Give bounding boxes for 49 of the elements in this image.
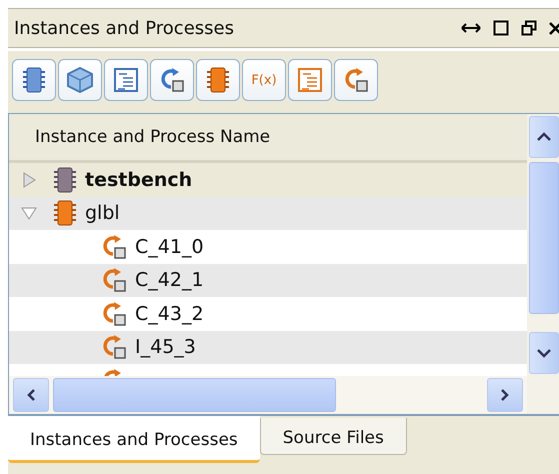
tree-item-label: testbench — [85, 168, 192, 191]
tree-row[interactable]: testbench — [9, 163, 527, 196]
tree-item-label: C_42_1 — [135, 269, 204, 292]
vertical-scroll-thumb[interactable] — [529, 162, 559, 314]
chevron-down-icon — [536, 348, 552, 358]
tree-item-label: I_45_3 — [135, 336, 196, 358]
toolbar-button[interactable] — [334, 59, 378, 101]
toolbar-button[interactable] — [58, 59, 102, 101]
maximize-icon[interactable] — [493, 20, 509, 36]
tree-item-label: C_41_0 — [135, 236, 204, 258]
scroll-down-button[interactable] — [529, 332, 559, 374]
tree-row[interactable]: I_45_3 — [9, 330, 527, 364]
panel-tab[interactable]: Instances and Processes — [8, 416, 260, 463]
process-icon — [101, 334, 127, 360]
chip-icon — [53, 199, 77, 228]
chevron-left-icon — [26, 388, 36, 402]
restore-icon[interactable] — [521, 20, 537, 36]
tree-item-label: C_43_2 — [135, 302, 204, 325]
document-lines-icon — [297, 67, 323, 93]
toolbar-button[interactable] — [196, 59, 240, 101]
process-icon — [101, 300, 127, 327]
tree-row[interactable]: glbl — [9, 196, 527, 230]
process-icon — [343, 67, 369, 93]
cube-icon — [66, 66, 94, 94]
scroll-left-button[interactable] — [13, 378, 49, 412]
tree-item-label: glbl — [85, 202, 120, 224]
chevron-right-icon — [500, 388, 510, 402]
chip-icon — [53, 166, 77, 194]
chip-icon — [22, 66, 46, 94]
toolbar-button[interactable] — [12, 59, 56, 101]
process-icon — [159, 67, 185, 93]
resize-arrows-icon[interactable] — [461, 22, 481, 34]
toolbar-button[interactable] — [104, 59, 148, 101]
panel-title: Instances and Processes — [14, 18, 234, 38]
tree-row[interactable]: C_42_1 — [9, 264, 527, 297]
process-icon — [101, 267, 127, 294]
toolbar-button[interactable] — [150, 59, 194, 101]
panel-tab[interactable]: Source Files — [260, 418, 407, 455]
process-icon — [101, 234, 127, 260]
column-header[interactable]: Instance and Process Name — [9, 114, 527, 163]
close-icon[interactable] — [549, 20, 559, 36]
horizontal-scroll-thumb[interactable] — [53, 378, 336, 412]
scroll-right-button[interactable] — [487, 378, 523, 412]
scroll-up-button[interactable] — [529, 116, 559, 158]
toolbar-button[interactable] — [288, 59, 332, 101]
document-lines-icon — [113, 67, 139, 93]
chip-icon — [206, 66, 230, 94]
chevron-up-icon — [536, 132, 552, 142]
expanded-triangle-icon[interactable] — [21, 205, 37, 222]
